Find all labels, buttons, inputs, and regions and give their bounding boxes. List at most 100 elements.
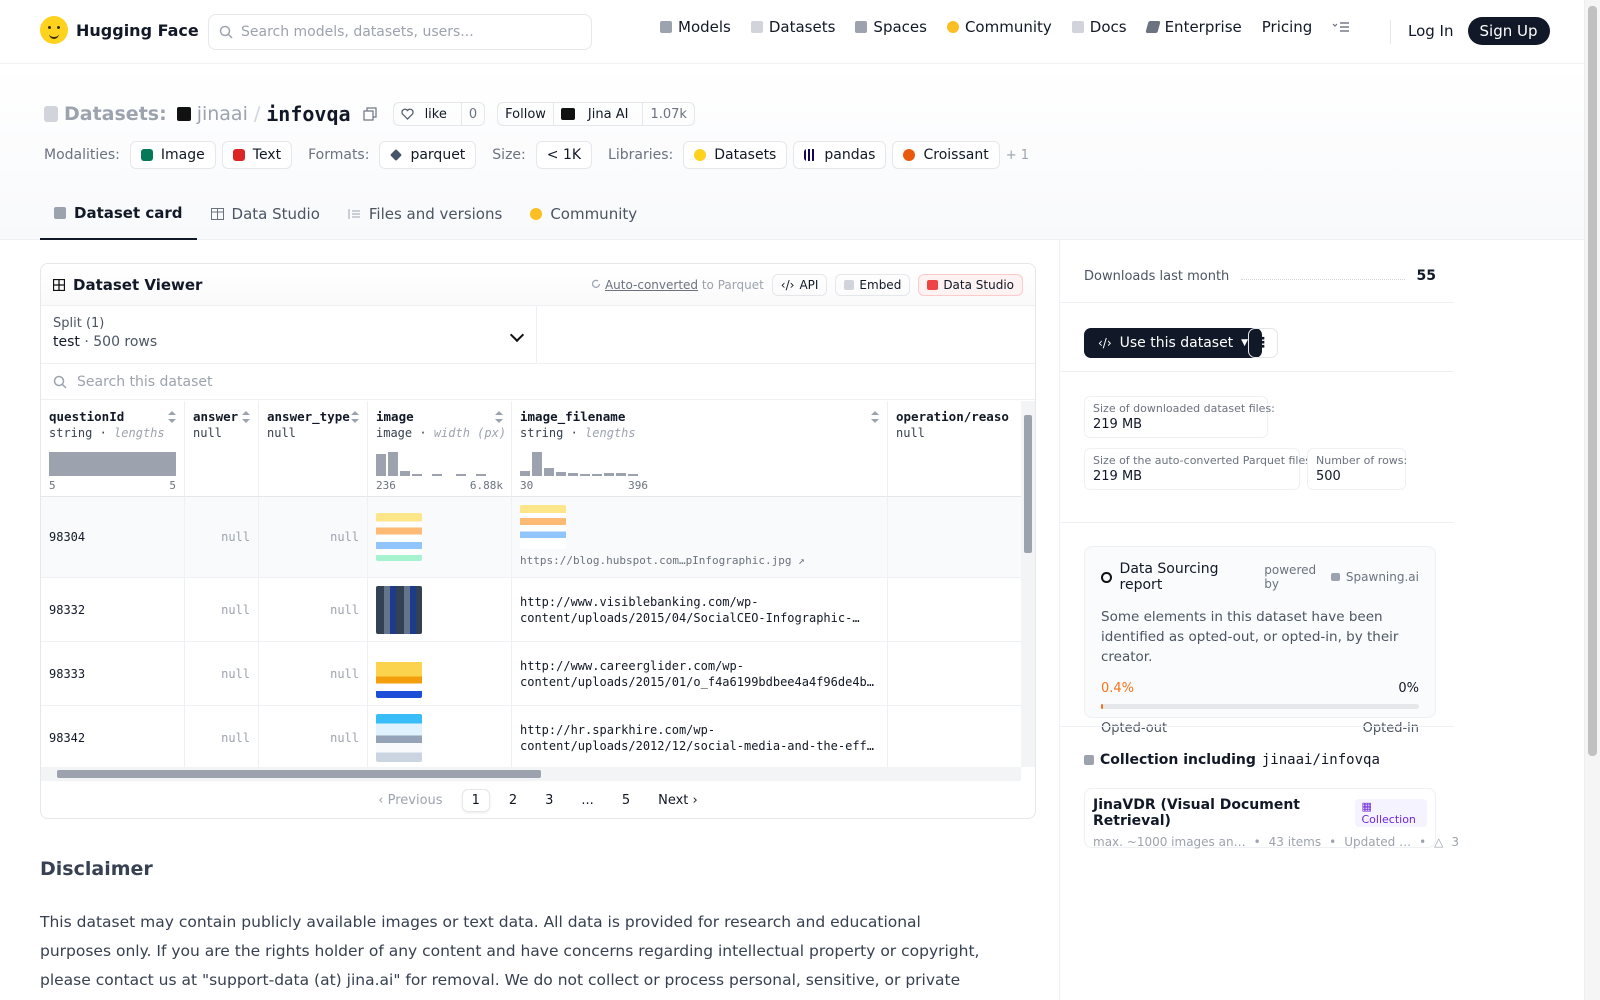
api-button[interactable]: ‹/› API	[771, 273, 828, 296]
table-row[interactable]: 98332 null null http://www.visiblebankin…	[41, 578, 1021, 642]
size-label: Size:	[492, 147, 526, 163]
column-header-image-filename[interactable]: image_filename string · lengths 30 396	[512, 401, 888, 497]
column-header-answer[interactable]: answer null	[185, 401, 259, 497]
column-header-answer-type[interactable]: answer_type null	[259, 401, 368, 497]
tag-pandas[interactable]: pandas	[793, 141, 887, 169]
nav-spaces[interactable]: Spaces	[855, 18, 927, 36]
sort-icon[interactable]	[168, 411, 176, 423]
more-options-button[interactable]: ⋮	[1248, 328, 1278, 358]
enterprise-icon	[1144, 21, 1161, 33]
spawning-link[interactable]: Spawning.ai	[1346, 570, 1419, 584]
dataset-search[interactable]	[41, 364, 1035, 400]
nav-docs[interactable]: Docs	[1071, 18, 1127, 36]
login-link[interactable]: Log In	[1408, 22, 1454, 40]
stat-value: 219 MB	[1093, 417, 1143, 432]
nav-pricing[interactable]: Pricing	[1262, 18, 1313, 36]
column-header-questionId[interactable]: questionId string · lengths 55	[41, 401, 185, 497]
split-select[interactable]: Split (1) test · 500 rows	[41, 306, 537, 363]
tag-image[interactable]: Image	[129, 141, 216, 169]
collection-card[interactable]: JinaVDR (Visual Document Retrieval) ▦ Co…	[1084, 788, 1459, 849]
tab-dataset-card[interactable]: Dataset card	[40, 188, 197, 240]
brand-logo[interactable]: Hugging Face	[40, 16, 199, 44]
embed-button[interactable]: Embed	[835, 273, 911, 296]
nav-more-menu[interactable]	[1332, 21, 1350, 33]
sort-icon[interactable]	[871, 411, 879, 423]
follow-button[interactable]: Follow Jina AI 1.07k	[497, 102, 695, 126]
hugging-face-icon	[40, 16, 68, 44]
image-url-link[interactable]: https://blog.hubspot.com…pInfographic.jp…	[520, 553, 805, 569]
column-type: image · width (px)	[376, 426, 507, 440]
table-horizontal-scrollbar[interactable]	[41, 767, 1021, 781]
divider	[1060, 726, 1454, 727]
cell-answer-type: null	[259, 642, 368, 705]
tab-community[interactable]: Community	[516, 188, 651, 240]
table-row[interactable]: 98304 null null https://blog.hubspot.com…	[41, 497, 1021, 578]
formats-label: Formats:	[308, 147, 370, 163]
sort-icon[interactable]	[351, 411, 359, 423]
page-3[interactable]: 3	[536, 790, 562, 811]
copy-icon[interactable]	[362, 107, 377, 121]
collection-upvotes: 3	[1451, 835, 1460, 849]
tag-parquet[interactable]: parquet	[379, 141, 477, 169]
signup-button[interactable]: Sign Up	[1467, 17, 1550, 45]
tag-text[interactable]: Text	[221, 141, 293, 169]
previous-page-button[interactable]: ‹ Previous	[369, 790, 451, 811]
tag-croissant[interactable]: Croissant	[892, 141, 1000, 169]
url-line-1: http://hr.sparkhire.com/wp-	[520, 722, 716, 737]
page-2[interactable]: 2	[500, 790, 526, 811]
use-this-dataset-button[interactable]: ‹/› Use this dataset ▼	[1084, 328, 1263, 358]
scrollbar-thumb[interactable]	[1024, 415, 1032, 553]
nav-community[interactable]: Community	[946, 18, 1052, 36]
column-header-image[interactable]: image image · width (px) 236 6.88k	[368, 401, 512, 497]
image-thumbnail[interactable]	[376, 585, 422, 634]
global-search-input[interactable]	[241, 24, 571, 40]
image-thumbnail[interactable]	[376, 649, 422, 698]
org-link[interactable]: jinaai	[197, 103, 248, 125]
page-scrollbar[interactable]	[1584, 0, 1600, 1000]
column-type: null	[193, 426, 222, 440]
dataset-name[interactable]: infovqa	[266, 102, 350, 126]
global-search[interactable]	[208, 14, 592, 50]
next-page-button[interactable]: Next ›	[649, 790, 707, 811]
page-scrollbar-thumb[interactable]	[1588, 6, 1597, 756]
nav-enterprise[interactable]: Enterprise	[1144, 18, 1242, 36]
tag-datasets[interactable]: Datasets	[683, 141, 788, 169]
sort-icon[interactable]	[495, 411, 503, 423]
table-row[interactable]: 98342 null null http://hr.sparkhire.com/…	[41, 706, 1021, 767]
table-vertical-scrollbar[interactable]	[1021, 401, 1035, 767]
sort-icon[interactable]	[242, 411, 250, 423]
tag-size[interactable]: < 1K	[535, 141, 593, 169]
upvote-icon[interactable]: △	[1434, 835, 1443, 849]
data-studio-button[interactable]: Data Studio	[918, 273, 1023, 296]
collection-badge: ▦ Collection	[1355, 799, 1427, 827]
stat-value: 500	[1316, 469, 1341, 484]
scrollbar-thumb[interactable]	[57, 770, 541, 778]
nav-datasets[interactable]: Datasets	[750, 18, 835, 36]
datasets-crumb[interactable]: Datasets:	[64, 103, 167, 125]
modalities-label: Modalities:	[44, 147, 120, 163]
page-ellipsis: ...	[581, 792, 594, 808]
column-type: null	[896, 426, 925, 440]
more-libraries[interactable]: + 1	[1006, 148, 1029, 163]
dataset-search-input[interactable]	[77, 373, 677, 390]
page-5[interactable]: 5	[613, 790, 639, 811]
like-button[interactable]: like 0	[392, 102, 486, 126]
cell-image	[368, 497, 512, 577]
tab-files[interactable]: Files and versions	[334, 188, 516, 240]
opted-in-label: Opted-in	[1362, 721, 1419, 736]
tab-data-studio[interactable]: Data Studio	[197, 188, 334, 240]
opt-labels: Opted-out Opted-in	[1101, 721, 1419, 736]
page-1[interactable]: 1	[461, 788, 490, 812]
powered-by: powered by Spawning.ai	[1264, 563, 1419, 591]
column-header-operation-reasoning[interactable]: operation/reaso null	[888, 401, 1021, 497]
community-tab-icon	[530, 208, 543, 220]
opt-out-progress-fill	[1101, 704, 1103, 709]
image-thumbnail[interactable]	[376, 513, 422, 561]
nav-models[interactable]: Models	[660, 18, 731, 36]
image-thumbnail[interactable]	[376, 713, 422, 762]
auto-converted-link[interactable]: Auto-converted	[605, 278, 698, 292]
histogram-bar	[49, 452, 176, 476]
histogram-bar	[412, 474, 422, 476]
table-row[interactable]: 98333 null null http://www.careerglider.…	[41, 642, 1021, 706]
table-icon	[210, 208, 224, 220]
